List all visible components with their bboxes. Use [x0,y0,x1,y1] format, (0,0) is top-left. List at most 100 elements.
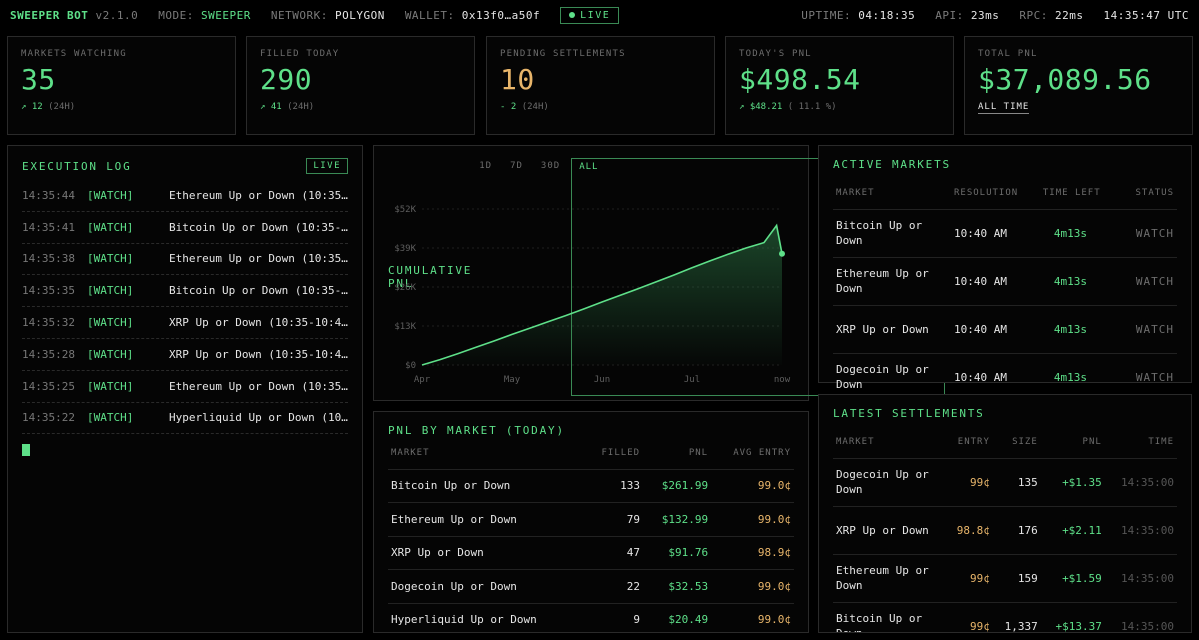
column-header-market: MARKET [388,437,586,470]
status-badge: WATCH [1120,209,1177,258]
column-header-market: MARKET [833,426,945,459]
stat-delta-note: ( 11.1 %) [787,102,837,112]
execution-log-live-badge: LIVE [306,158,348,174]
time-left: 4m13s [1039,209,1121,258]
mode-value: SWEEPER [200,8,251,22]
app-brand: SWEEPER BOT v2.1.0 [10,9,138,22]
log-row[interactable]: 14:35:25 [WATCH] Ethereum Up or Down (10:3… [22,371,348,403]
network-value: POLYGON [334,8,385,22]
table-header-row: MARKET ENTRY SIZE PNL TIME [833,426,1177,459]
table-row[interactable]: Ethereum Up or Down 99¢ 159 +$1.59 14:35:00 [833,554,1177,603]
settlement-pnl: +$13.37 [1040,602,1105,632]
x-tick-label: Jul [684,375,700,385]
stat-delta-value: ↗ 41 [260,102,282,112]
cumulative-pnl-panel: CUMULATIVE PNL 1D 7D 30D ALL $0 $13K $26K $39K… [373,145,946,401]
log-time: 14:35:41 [22,220,75,234]
rpc-latency-metric: RPC: 22ms [1019,9,1083,22]
table-row[interactable]: Hyperliquid Up or Down 9 $20.49 99.0¢ [388,603,794,632]
log-row[interactable]: 14:35:41 [WATCH] Bitcoin Up or Down (10:35… [22,212,348,244]
stat-delta-note: (24H) [48,102,76,112]
log-tag: [WATCH] [87,411,134,425]
filled-count: 133 [585,469,644,503]
log-time: 14:35:25 [22,379,75,393]
log-tag: [WATCH] [87,347,134,361]
table-row[interactable]: XRP Up or Down 47 $91.76 98.9¢ [388,536,794,570]
table-row[interactable]: Dogecoin Up or Down 22 $32.53 99.0¢ [388,569,794,604]
table-row[interactable]: Ethereum Up or Down 79 $132.99 99.0¢ [388,502,794,537]
market-name: XRP Up or Down [833,506,945,555]
app-version: v2.1.0 [95,8,139,22]
settlement-time: 14:35:00 [1104,554,1177,603]
wallet-address[interactable]: 0x13f0…a50f [462,9,540,22]
log-tag: [WATCH] [87,379,134,393]
column-header-filled: FILLED [585,437,644,470]
stat-delta-value: - 2 [500,102,517,112]
table-row[interactable]: XRP Up or Down 98.8¢ 176 +$2.11 14:35:00 [833,506,1177,555]
market-name: Ethereum Up or Down [388,502,586,537]
avg-entry: 99.0¢ [711,502,794,537]
log-tag: [WATCH] [87,284,134,298]
pnl-by-market-title: PNL BY MARKET (TODAY) [388,424,565,437]
table-row[interactable]: Dogecoin Up or Down 99¢ 135 +$1.35 14:35:00 [833,458,1177,507]
stat-label: TOTAL PNL [978,49,1038,59]
stat-value: 10 [500,63,535,96]
pnl-value: $261.99 [643,469,712,503]
log-row[interactable]: 14:35:38 [WATCH] Ethereum Up or Down (10:3… [22,244,348,276]
top-status-bar: SWEEPER BOT v2.1.0 MODE: SWEEPER NETWORK… [0,0,1199,30]
stat-value: 290 [260,63,313,96]
column-header-pnl: PNL [643,437,712,470]
execution-log-title: EXECUTION LOG [22,159,132,173]
settlement-time: 14:35:00 [1104,602,1177,632]
stat-delta-value: ↗ 12 [21,102,43,112]
table-row[interactable]: Bitcoin Up or Down 133 $261.99 99.0¢ [388,469,794,503]
log-row[interactable]: 14:35:35 [WATCH] Bitcoin Up or Down (10:35… [22,275,348,308]
entry-price: 99¢ [945,458,993,507]
table-row[interactable]: Bitcoin Up or Down 10:40 AM 4m13s WATCH [833,209,1177,258]
table-row[interactable]: Ethereum Up or Down 10:40 AM 4m13s WATCH [833,257,1177,306]
y-tick-label: $26K [394,283,416,293]
execution-log-list[interactable]: 14:35:44 [WATCH] Ethereum Up or Down (10:3… [22,180,348,435]
log-row[interactable]: 14:35:22 [WATCH] Hyperliquid Up or Down (1… [22,403,348,435]
y-tick-label: $0 [405,361,416,371]
column-header-time-left: TIME LEFT [1039,177,1121,210]
log-row[interactable]: 14:35:28 [WATCH] XRP Up or Down (10:35-10:… [22,339,348,371]
stat-card-total-pnl: TOTAL PNL $37,089.56 ALL TIME [964,36,1193,135]
stat-delta: ↗ 41 (24H) [260,102,461,112]
pnl-value: $91.76 [643,536,712,570]
settlement-pnl: +$2.11 [1040,506,1105,555]
mode-indicator: MODE: SWEEPER [158,9,251,22]
active-markets-panel: ACTIVE MARKETS MARKET RESOLUTION TIME LE… [818,145,1192,402]
latest-settlements-table: MARKET ENTRY SIZE PNL TIME Dogecoin Up o… [833,426,1177,632]
table-row[interactable]: XRP Up or Down 10:40 AM 4m13s WATCH [833,305,1177,354]
settlement-time: 14:35:00 [1104,458,1177,507]
market-name: Dogecoin Up or Down [388,569,586,604]
y-tick-label: $52K [394,205,416,215]
active-markets-body: Bitcoin Up or Down 10:40 AM 4m13s WATCH Ethe… [833,209,1177,402]
table-row[interactable]: Bitcoin Up or Down99¢1,337+$13.3714:35:0… [833,602,1177,632]
filled-count: 47 [585,536,644,570]
stat-value: $37,089.56 [978,63,1152,96]
log-time: 14:35:35 [22,284,75,298]
resolution-time: 10:40 AM [951,305,1040,354]
stat-card-todays-pnl: TODAY'S PNL $498.54 ↗ $48.21 ( 11.1 %) [725,36,954,135]
stat-label: MARKETS WATCHING [21,49,127,59]
log-row[interactable]: 14:35:44 [WATCH] Ethereum Up or Down (10:3… [22,180,348,212]
rpc-value: 22ms [1055,8,1084,22]
log-row[interactable]: 14:35:32 [WATCH] XRP Up or Down (10:35-10:… [22,307,348,339]
log-tag: [WATCH] [87,316,134,330]
column-header-pnl: PNL [1040,426,1105,459]
stat-delta: ↗ $48.21 ( 11.1 %) [739,102,940,112]
app-name: SWEEPER BOT [10,8,89,22]
settlement-time: 14:35:00 [1104,506,1177,555]
stat-value: 35 [21,63,56,96]
pnl-by-market-table: MARKET FILLED PNL AVG ENTRY Bitcoin Up o… [388,437,794,632]
market-name: Bitcoin Up or Down [833,602,945,632]
log-time: 14:35:28 [22,347,75,361]
avg-entry: 99.0¢ [711,569,794,604]
pnl-value: $20.49 [643,603,712,632]
uptime-label: UPTIME: [801,8,852,22]
y-tick-label: $13K [394,322,416,332]
stat-label: PENDING SETTLEMENTS [500,49,626,59]
api-label: API: [935,8,964,22]
system-metrics: UPTIME: 04:18:35 API: 23ms RPC: 22ms 14:… [801,9,1189,22]
